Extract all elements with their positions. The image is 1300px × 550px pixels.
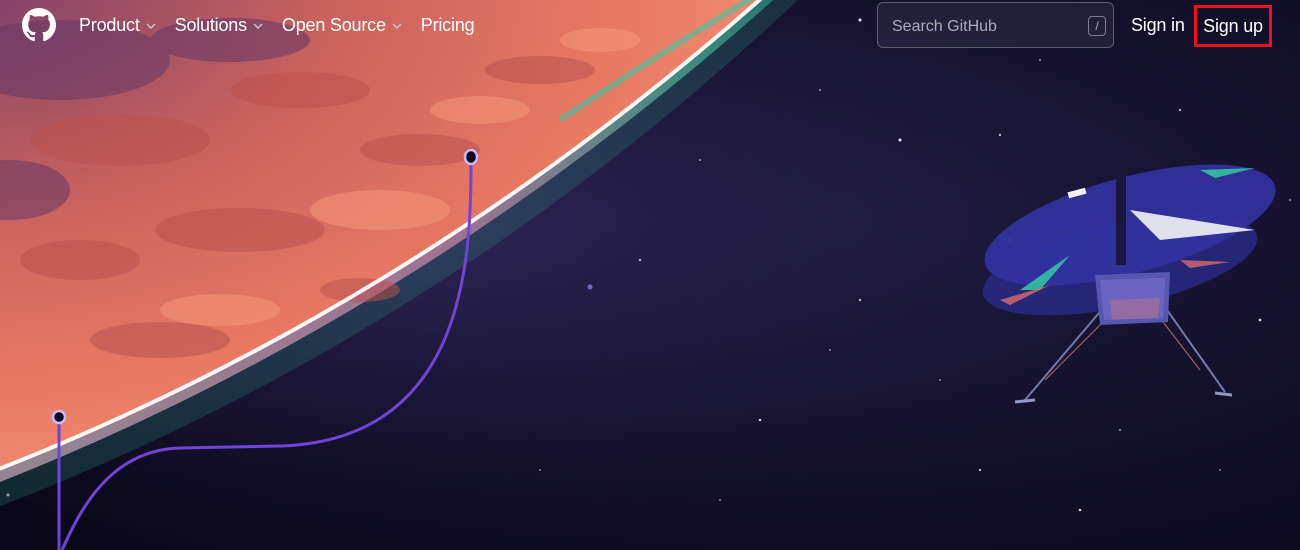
chevron-down-icon: [392, 23, 402, 29]
route-marker-top: [463, 148, 479, 166]
nav-item-label: Solutions: [174, 15, 247, 35]
nav-item-pricing[interactable]: Pricing: [421, 15, 475, 36]
search-shortcut-key: /: [1088, 16, 1106, 36]
nav-item-solutions[interactable]: Solutions: [175, 15, 264, 36]
nav-item-label: Open Source: [281, 15, 386, 35]
nav-item-label: Product: [79, 15, 140, 35]
nav-item-product[interactable]: Product: [79, 15, 157, 36]
search-input[interactable]: [890, 15, 1074, 39]
site-header: Product Solutions Open Source Pricing / …: [0, 0, 1300, 54]
chevron-down-icon: [146, 23, 156, 29]
chevron-down-icon: [253, 23, 263, 29]
sign-up-button[interactable]: Sign up: [1194, 5, 1272, 47]
route-marker-bottom: [51, 409, 67, 425]
search-box[interactable]: /: [877, 2, 1114, 48]
github-octocat-icon[interactable]: [22, 8, 56, 42]
nav-item-open-source[interactable]: Open Source: [282, 15, 403, 36]
sign-in-link[interactable]: Sign in: [1131, 15, 1185, 36]
main-nav: Product Solutions Open Source Pricing: [79, 15, 492, 36]
nav-item-label: Pricing: [420, 15, 475, 35]
hero-scene: [0, 0, 1300, 550]
hero-illustration: [0, 0, 1300, 550]
